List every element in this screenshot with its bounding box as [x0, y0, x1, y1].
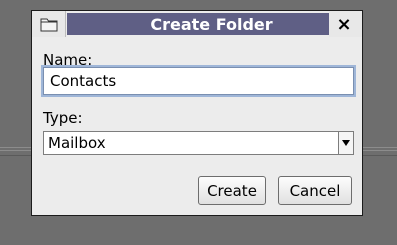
type-select-value: Mailbox — [48, 134, 106, 152]
title-bar: Create Folder × — [32, 11, 362, 37]
title-icon-box — [32, 11, 66, 37]
folder-name-input[interactable] — [43, 67, 354, 95]
chevron-down-icon[interactable] — [338, 132, 353, 154]
type-select[interactable]: Mailbox — [43, 131, 354, 155]
create-button[interactable]: Create — [198, 176, 266, 205]
type-label: Type: — [43, 109, 83, 127]
create-folder-dialog: Create Folder × Name: Type: Mailbox Crea… — [31, 10, 363, 216]
dialog-title: Create Folder — [67, 13, 356, 35]
close-button-box: × — [329, 11, 362, 37]
cancel-button[interactable]: Cancel — [278, 176, 352, 205]
folder-icon — [40, 18, 58, 32]
close-icon[interactable]: × — [334, 14, 354, 35]
